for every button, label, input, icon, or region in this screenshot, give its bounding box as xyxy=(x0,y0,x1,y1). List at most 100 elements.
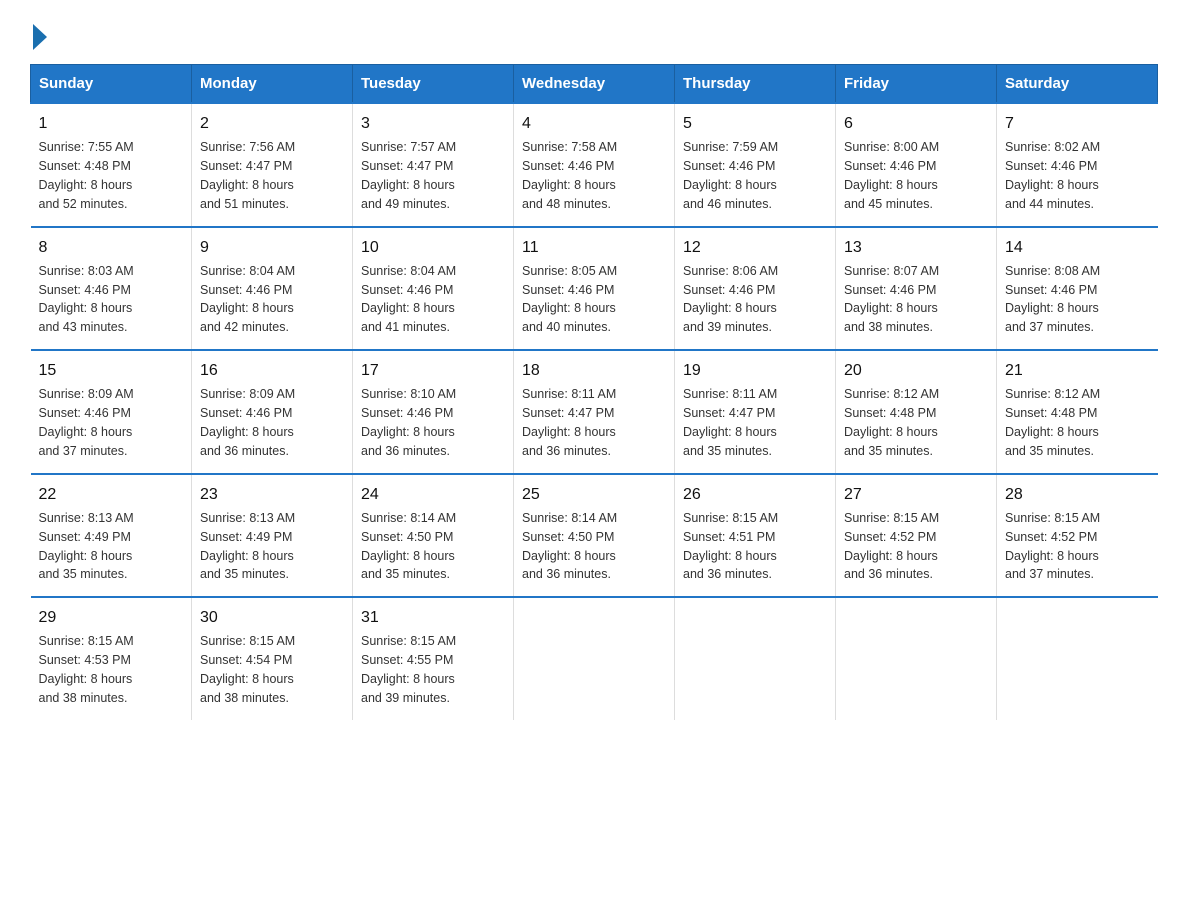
day-info: Sunrise: 7:56 AMSunset: 4:47 PMDaylight:… xyxy=(200,140,295,211)
calendar-day-cell: 31 Sunrise: 8:15 AMSunset: 4:55 PMDaylig… xyxy=(353,597,514,720)
day-info: Sunrise: 8:11 AMSunset: 4:47 PMDaylight:… xyxy=(522,387,616,458)
weekday-header-thursday: Thursday xyxy=(675,65,836,104)
day-info: Sunrise: 8:05 AMSunset: 4:46 PMDaylight:… xyxy=(522,264,617,335)
day-info: Sunrise: 8:09 AMSunset: 4:46 PMDaylight:… xyxy=(200,387,295,458)
calendar-day-cell: 21 Sunrise: 8:12 AMSunset: 4:48 PMDaylig… xyxy=(997,350,1158,474)
calendar-day-cell: 15 Sunrise: 8:09 AMSunset: 4:46 PMDaylig… xyxy=(31,350,192,474)
calendar-day-cell: 30 Sunrise: 8:15 AMSunset: 4:54 PMDaylig… xyxy=(192,597,353,720)
day-number: 31 xyxy=(361,606,505,629)
day-info: Sunrise: 8:13 AMSunset: 4:49 PMDaylight:… xyxy=(200,511,295,582)
day-number: 18 xyxy=(522,359,666,382)
day-number: 15 xyxy=(39,359,184,382)
day-info: Sunrise: 8:14 AMSunset: 4:50 PMDaylight:… xyxy=(522,511,617,582)
calendar-day-cell: 16 Sunrise: 8:09 AMSunset: 4:46 PMDaylig… xyxy=(192,350,353,474)
calendar-day-cell: 26 Sunrise: 8:15 AMSunset: 4:51 PMDaylig… xyxy=(675,474,836,598)
day-number: 19 xyxy=(683,359,827,382)
day-info: Sunrise: 8:15 AMSunset: 4:55 PMDaylight:… xyxy=(361,634,456,705)
calendar-week-row: 29 Sunrise: 8:15 AMSunset: 4:53 PMDaylig… xyxy=(31,597,1158,720)
calendar-day-cell: 18 Sunrise: 8:11 AMSunset: 4:47 PMDaylig… xyxy=(514,350,675,474)
calendar-table: SundayMondayTuesdayWednesdayThursdayFrid… xyxy=(30,64,1158,720)
calendar-day-cell: 10 Sunrise: 8:04 AMSunset: 4:46 PMDaylig… xyxy=(353,227,514,351)
day-number: 9 xyxy=(200,236,344,259)
calendar-day-cell: 19 Sunrise: 8:11 AMSunset: 4:47 PMDaylig… xyxy=(675,350,836,474)
empty-cell xyxy=(675,597,836,720)
calendar-day-cell: 8 Sunrise: 8:03 AMSunset: 4:46 PMDayligh… xyxy=(31,227,192,351)
day-info: Sunrise: 7:58 AMSunset: 4:46 PMDaylight:… xyxy=(522,140,617,211)
empty-cell xyxy=(514,597,675,720)
day-number: 26 xyxy=(683,483,827,506)
calendar-day-cell: 25 Sunrise: 8:14 AMSunset: 4:50 PMDaylig… xyxy=(514,474,675,598)
day-number: 13 xyxy=(844,236,988,259)
weekday-header-row: SundayMondayTuesdayWednesdayThursdayFrid… xyxy=(31,65,1158,104)
day-number: 25 xyxy=(522,483,666,506)
day-info: Sunrise: 8:15 AMSunset: 4:52 PMDaylight:… xyxy=(1005,511,1100,582)
logo xyxy=(30,20,47,46)
weekday-header-wednesday: Wednesday xyxy=(514,65,675,104)
calendar-day-cell: 17 Sunrise: 8:10 AMSunset: 4:46 PMDaylig… xyxy=(353,350,514,474)
day-number: 14 xyxy=(1005,236,1150,259)
day-number: 16 xyxy=(200,359,344,382)
day-number: 8 xyxy=(39,236,184,259)
day-info: Sunrise: 8:08 AMSunset: 4:46 PMDaylight:… xyxy=(1005,264,1100,335)
day-number: 6 xyxy=(844,112,988,135)
empty-cell xyxy=(836,597,997,720)
weekday-header-tuesday: Tuesday xyxy=(353,65,514,104)
day-number: 27 xyxy=(844,483,988,506)
day-number: 29 xyxy=(39,606,184,629)
calendar-week-row: 1 Sunrise: 7:55 AMSunset: 4:48 PMDayligh… xyxy=(31,103,1158,227)
day-info: Sunrise: 8:06 AMSunset: 4:46 PMDaylight:… xyxy=(683,264,778,335)
day-info: Sunrise: 8:04 AMSunset: 4:46 PMDaylight:… xyxy=(361,264,456,335)
calendar-day-cell: 23 Sunrise: 8:13 AMSunset: 4:49 PMDaylig… xyxy=(192,474,353,598)
day-number: 17 xyxy=(361,359,505,382)
logo-arrow-icon xyxy=(33,24,47,50)
day-number: 3 xyxy=(361,112,505,135)
day-number: 30 xyxy=(200,606,344,629)
day-number: 10 xyxy=(361,236,505,259)
day-info: Sunrise: 7:59 AMSunset: 4:46 PMDaylight:… xyxy=(683,140,778,211)
calendar-day-cell: 29 Sunrise: 8:15 AMSunset: 4:53 PMDaylig… xyxy=(31,597,192,720)
calendar-day-cell: 3 Sunrise: 7:57 AMSunset: 4:47 PMDayligh… xyxy=(353,103,514,227)
calendar-day-cell: 4 Sunrise: 7:58 AMSunset: 4:46 PMDayligh… xyxy=(514,103,675,227)
day-info: Sunrise: 8:12 AMSunset: 4:48 PMDaylight:… xyxy=(1005,387,1100,458)
day-number: 5 xyxy=(683,112,827,135)
calendar-day-cell: 27 Sunrise: 8:15 AMSunset: 4:52 PMDaylig… xyxy=(836,474,997,598)
day-info: Sunrise: 8:11 AMSunset: 4:47 PMDaylight:… xyxy=(683,387,777,458)
logo-top xyxy=(30,20,47,50)
day-info: Sunrise: 8:15 AMSunset: 4:53 PMDaylight:… xyxy=(39,634,134,705)
day-number: 12 xyxy=(683,236,827,259)
calendar-day-cell: 1 Sunrise: 7:55 AMSunset: 4:48 PMDayligh… xyxy=(31,103,192,227)
calendar-day-cell: 20 Sunrise: 8:12 AMSunset: 4:48 PMDaylig… xyxy=(836,350,997,474)
day-info: Sunrise: 8:15 AMSunset: 4:52 PMDaylight:… xyxy=(844,511,939,582)
weekday-header-sunday: Sunday xyxy=(31,65,192,104)
calendar-week-row: 15 Sunrise: 8:09 AMSunset: 4:46 PMDaylig… xyxy=(31,350,1158,474)
day-number: 1 xyxy=(39,112,184,135)
day-number: 28 xyxy=(1005,483,1150,506)
calendar-day-cell: 13 Sunrise: 8:07 AMSunset: 4:46 PMDaylig… xyxy=(836,227,997,351)
calendar-day-cell: 2 Sunrise: 7:56 AMSunset: 4:47 PMDayligh… xyxy=(192,103,353,227)
calendar-day-cell: 28 Sunrise: 8:15 AMSunset: 4:52 PMDaylig… xyxy=(997,474,1158,598)
calendar-day-cell: 9 Sunrise: 8:04 AMSunset: 4:46 PMDayligh… xyxy=(192,227,353,351)
day-info: Sunrise: 7:55 AMSunset: 4:48 PMDaylight:… xyxy=(39,140,134,211)
calendar-day-cell: 6 Sunrise: 8:00 AMSunset: 4:46 PMDayligh… xyxy=(836,103,997,227)
day-info: Sunrise: 8:15 AMSunset: 4:51 PMDaylight:… xyxy=(683,511,778,582)
day-number: 21 xyxy=(1005,359,1150,382)
day-info: Sunrise: 8:03 AMSunset: 4:46 PMDaylight:… xyxy=(39,264,134,335)
day-number: 22 xyxy=(39,483,184,506)
day-number: 24 xyxy=(361,483,505,506)
day-info: Sunrise: 8:14 AMSunset: 4:50 PMDaylight:… xyxy=(361,511,456,582)
day-number: 20 xyxy=(844,359,988,382)
calendar-day-cell: 7 Sunrise: 8:02 AMSunset: 4:46 PMDayligh… xyxy=(997,103,1158,227)
calendar-day-cell: 14 Sunrise: 8:08 AMSunset: 4:46 PMDaylig… xyxy=(997,227,1158,351)
calendar-week-row: 22 Sunrise: 8:13 AMSunset: 4:49 PMDaylig… xyxy=(31,474,1158,598)
day-number: 2 xyxy=(200,112,344,135)
calendar-week-row: 8 Sunrise: 8:03 AMSunset: 4:46 PMDayligh… xyxy=(31,227,1158,351)
day-info: Sunrise: 7:57 AMSunset: 4:47 PMDaylight:… xyxy=(361,140,456,211)
weekday-header-saturday: Saturday xyxy=(997,65,1158,104)
day-number: 7 xyxy=(1005,112,1150,135)
day-info: Sunrise: 8:15 AMSunset: 4:54 PMDaylight:… xyxy=(200,634,295,705)
calendar-day-cell: 12 Sunrise: 8:06 AMSunset: 4:46 PMDaylig… xyxy=(675,227,836,351)
day-info: Sunrise: 8:13 AMSunset: 4:49 PMDaylight:… xyxy=(39,511,134,582)
day-info: Sunrise: 8:07 AMSunset: 4:46 PMDaylight:… xyxy=(844,264,939,335)
empty-cell xyxy=(997,597,1158,720)
calendar-day-cell: 22 Sunrise: 8:13 AMSunset: 4:49 PMDaylig… xyxy=(31,474,192,598)
